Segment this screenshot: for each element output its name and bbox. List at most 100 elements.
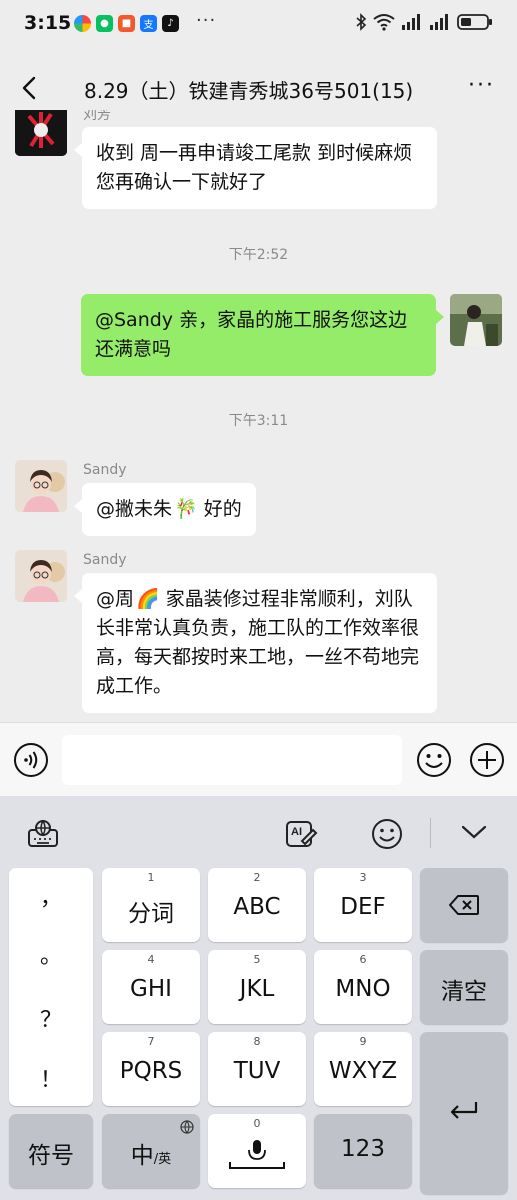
key-2[interactable]: 2 ABC (208, 868, 306, 942)
message-bubble[interactable]: @撇未朱 🎋 好的 (74, 483, 256, 536)
microphone-icon (229, 1140, 285, 1169)
system-icons (355, 13, 493, 31)
enter-key[interactable] (420, 1032, 508, 1194)
key-number: 1 (147, 871, 155, 884)
message-text: 好的 (203, 498, 242, 520)
key-number: 9 (359, 1035, 367, 1048)
message-bubble[interactable]: 收到 周一再申请竣工尾款 到时候麻烦您再确认一下就好了 (74, 127, 437, 209)
chat-title: 8.29（土）铁建青秀城36号501(15) (84, 79, 414, 103)
enter-icon (450, 1102, 478, 1119)
key-5[interactable]: 5 JKL (208, 950, 306, 1024)
key-number: 5 (253, 953, 261, 966)
space-key[interactable]: 0 (208, 1114, 306, 1188)
status-bar: 3:15 ● ■ 支 ♪ ··· (0, 0, 517, 52)
voice-icon[interactable] (13, 742, 49, 778)
svg-text:AI: AI (291, 826, 302, 838)
add-icon[interactable] (469, 742, 505, 778)
clock: 3:15 (24, 12, 72, 34)
numbers-label: 123 (341, 1136, 385, 1162)
wifi-icon (373, 14, 395, 31)
key-number: 4 (147, 953, 155, 966)
lang-main: 中 (130, 1143, 154, 1169)
ai-write-icon[interactable]: AI (285, 818, 319, 850)
mention[interactable]: @撇未朱 (96, 498, 172, 520)
keyboard-settings-icon[interactable] (27, 818, 59, 850)
key-number: 8 (253, 1035, 261, 1048)
globe-icon (180, 1120, 194, 1134)
backspace-key[interactable] (420, 868, 508, 942)
message-input[interactable] (62, 735, 402, 785)
alipay-icon: 支 (140, 15, 157, 32)
wechat-icon: ● (96, 15, 113, 32)
key-number: 2 (253, 871, 261, 884)
tiktok-icon: ♪ (162, 15, 179, 32)
message-bubble[interactable]: @Sandy 亲，家晶的施工服务您这边还满意吗 (81, 294, 444, 376)
language-switch-key[interactable]: 中/英 (102, 1114, 200, 1188)
punct-period[interactable]: 。 (9, 938, 93, 970)
chat-more-button[interactable]: ··· (468, 75, 495, 97)
key-9[interactable]: 9 WXYZ (314, 1032, 412, 1106)
avatar[interactable] (15, 110, 67, 156)
punct-comma[interactable]: ， (9, 880, 93, 912)
photos-icon (74, 15, 91, 32)
toolbar-divider (430, 818, 431, 848)
key-label: ABC (233, 894, 281, 920)
language-label: 中/英 (102, 1136, 200, 1170)
emoji-keyboard-icon[interactable] (371, 818, 403, 850)
key-3[interactable]: 3 DEF (314, 868, 412, 942)
symbols-key[interactable]: 符号 (9, 1114, 93, 1188)
key-label: DEF (340, 894, 386, 920)
message-list[interactable]: 刘芳 收到 周一再申请竣工尾款 到时候麻烦您再确认一下就好了 下午2:52 @S… (0, 110, 517, 722)
numbers-key[interactable]: 123 (314, 1114, 412, 1188)
emoji-icon[interactable] (416, 742, 452, 778)
clear-label: 清空 (441, 979, 487, 1005)
sender-name: 刘芳 (83, 110, 111, 123)
key-7[interactable]: 7 PQRS (102, 1032, 200, 1106)
key-8[interactable]: 8 TUV (208, 1032, 306, 1106)
keyboard-toolbar: AI (0, 796, 517, 868)
battery-icon (457, 14, 492, 30)
punct-question[interactable]: ？ (9, 1002, 93, 1034)
punctuation-column[interactable]: ， 。 ？ ！ (9, 868, 93, 1106)
sender-name: Sandy (83, 552, 127, 568)
message-bubble[interactable]: @周 🌈 家晶装修过程非常顺利，刘队长非常认真负责，施工队的工作效率很高，每天都按时… (74, 573, 437, 713)
message-text: @Sandy 亲，家晶的施工服务您这边还满意吗 (95, 309, 408, 360)
collapse-keyboard-icon[interactable] (461, 824, 487, 840)
lang-sub: /英 (153, 1152, 172, 1167)
avatar[interactable] (15, 550, 67, 602)
signal-icon (402, 14, 420, 30)
rainbow-emoji: 🌈 (136, 588, 160, 610)
key-1[interactable]: 1 分词 (102, 868, 200, 942)
back-button[interactable] (18, 74, 42, 102)
self-avatar[interactable] (450, 294, 502, 346)
timestamp: 下午2:52 (228, 247, 289, 263)
timestamp: 下午3:11 (228, 413, 289, 429)
key-label: TUV (233, 1058, 281, 1084)
key-6[interactable]: 6 MNO (314, 950, 412, 1024)
key-label: GHI (130, 976, 172, 1002)
key-4[interactable]: 4 GHI (102, 950, 200, 1024)
key-number: 6 (359, 953, 367, 966)
key-number: 7 (147, 1035, 155, 1048)
bamboo-emoji: 🎋 (174, 498, 198, 520)
key-label: WXYZ (328, 1058, 398, 1084)
notification-icons: ● ■ 支 ♪ (74, 15, 179, 32)
signal-2-icon (430, 14, 448, 30)
punct-exclaim[interactable]: ！ (9, 1062, 93, 1094)
backspace-icon (449, 895, 479, 915)
key-label: PQRS (119, 1058, 183, 1084)
space-number: 0 (253, 1117, 261, 1130)
key-label: MNO (335, 976, 391, 1002)
clear-key[interactable]: 清空 (420, 950, 508, 1024)
more-notifications-icon: ··· (196, 10, 217, 31)
news-icon: ■ (118, 15, 135, 32)
key-label: JKL (239, 976, 275, 1002)
key-number: 3 (359, 871, 367, 884)
input-bar (0, 722, 517, 796)
mention[interactable]: @周 (96, 588, 134, 610)
keyboard: AI ， 。 ？ ！ 1 分词 2 ABC 3 DEF 4 GHI 5 JKL 6 MNO … (0, 796, 517, 1200)
message-text: 收到 周一再申请竣工尾款 到时候麻烦您再确认一下就好了 (96, 142, 413, 193)
bluetooth-icon (356, 13, 367, 31)
avatar[interactable] (15, 460, 67, 512)
symbols-label: 符号 (28, 1143, 74, 1169)
